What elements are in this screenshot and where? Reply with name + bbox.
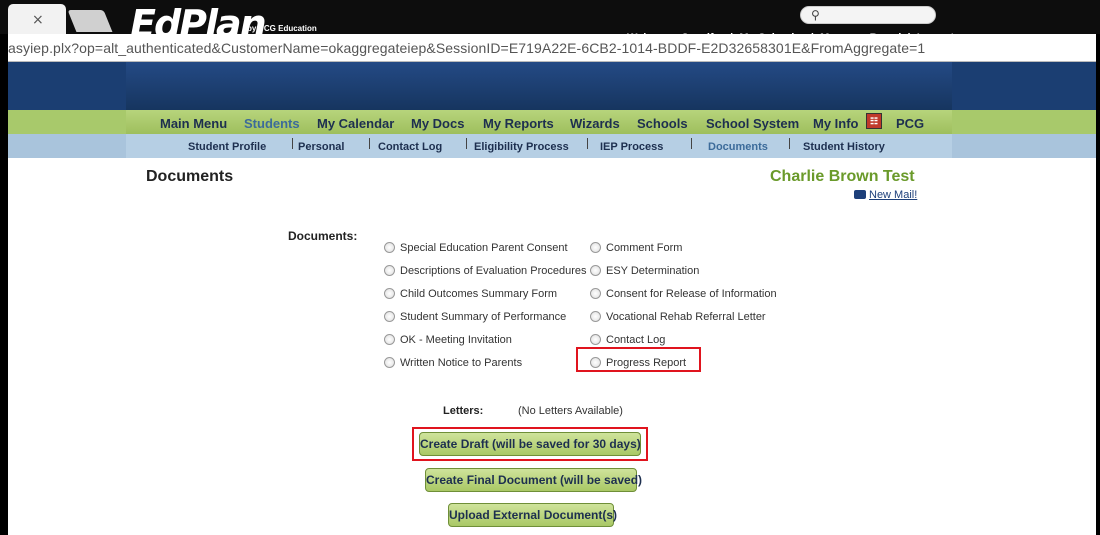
nav-my-calendar[interactable]: My Calendar — [317, 116, 394, 131]
separator: | — [907, 32, 911, 44]
nav-main-menu[interactable]: Main Menu — [160, 116, 227, 131]
doc-option[interactable]: Special Education Parent Consent — [384, 242, 568, 254]
doc-option[interactable]: OK - Meeting Invitation — [384, 334, 512, 346]
highlight-box — [576, 347, 701, 372]
nav-school-system[interactable]: School System — [706, 116, 799, 131]
subnav-personal[interactable]: Personal — [298, 141, 344, 153]
subnav-divider — [369, 138, 370, 149]
separator: | — [810, 32, 814, 44]
radio-icon[interactable] — [590, 242, 601, 253]
subnav-contact-log[interactable]: Contact Log — [378, 141, 442, 153]
doc-option[interactable]: Written Notice to Parents — [384, 357, 522, 369]
nav-my-docs[interactable]: My Docs — [411, 116, 464, 131]
welcome-text: Welcome, Jennifer — [627, 32, 724, 44]
documents-label: Documents: — [288, 229, 358, 243]
logout-link[interactable]: Logout — [917, 32, 954, 44]
doc-option[interactable]: Contact Log — [590, 334, 665, 346]
radio-icon[interactable] — [384, 311, 395, 322]
close-icon[interactable]: × — [32, 12, 44, 28]
subnav-divider — [466, 138, 467, 149]
subnav-divider — [292, 138, 293, 149]
separator: | — [730, 32, 734, 44]
message-board-link[interactable]: Message Board — [820, 32, 901, 44]
doc-option[interactable]: Child Outcomes Summary Form — [384, 288, 557, 300]
letters-value: (No Letters Available) — [518, 405, 623, 417]
search-input[interactable]: ⚲ — [800, 6, 936, 24]
subnav-iep-process[interactable]: IEP Process — [600, 141, 663, 153]
site-header — [8, 62, 1096, 110]
search-icon: ⚲ — [811, 8, 820, 22]
subnav-divider — [789, 138, 790, 149]
doc-option[interactable]: Comment Form — [590, 242, 682, 254]
logo-subtitle: by PCG Education — [247, 24, 317, 33]
radio-icon[interactable] — [384, 334, 395, 345]
subnav-student-history[interactable]: Student History — [803, 141, 885, 153]
nav-pcg[interactable]: PCG — [896, 116, 924, 131]
radio-icon[interactable] — [384, 357, 395, 368]
nav-my-reports[interactable]: My Reports — [483, 116, 554, 131]
doc-option[interactable]: Descriptions of Evaluation Procedures — [384, 265, 586, 277]
browser-tab[interactable]: × — [8, 4, 66, 34]
page-title: Documents — [146, 168, 234, 185]
upload-external-button[interactable]: Upload External Document(s) — [448, 503, 617, 527]
mail-icon — [854, 190, 866, 199]
radio-icon[interactable] — [590, 288, 601, 299]
create-final-button[interactable]: Create Final Document (will be saved) — [425, 468, 642, 492]
doc-option[interactable]: Vocational Rehab Referral Letter — [590, 311, 766, 323]
doc-option[interactable]: Consent for Release of Information — [590, 288, 777, 300]
nav-students[interactable]: Students — [244, 116, 300, 131]
subnav-student-profile[interactable]: Student Profile — [188, 141, 266, 153]
student-name: Charlie Brown Test — [770, 168, 915, 185]
radio-icon[interactable] — [590, 265, 601, 276]
nav-schools[interactable]: Schools — [637, 116, 688, 131]
subnav-documents[interactable]: Documents — [708, 141, 768, 153]
doc-option[interactable]: Student Summary of Performance — [384, 311, 566, 323]
letters-label: Letters: — [443, 405, 484, 417]
radio-icon[interactable] — [384, 265, 395, 276]
radio-icon[interactable] — [590, 334, 601, 345]
subnav-divider — [587, 138, 588, 149]
doc-option[interactable]: ESY Determination — [590, 265, 699, 277]
new-mail-label[interactable]: New Mail! — [869, 189, 917, 201]
new-mail-link[interactable]: New Mail! — [854, 189, 917, 201]
header-inner — [126, 62, 952, 110]
highlight-box — [412, 427, 648, 461]
subnav-divider — [691, 138, 692, 149]
radio-icon[interactable] — [590, 311, 601, 322]
pcg-icon[interactable]: ☷ — [866, 113, 882, 129]
edplan-logo[interactable]: EdPlan — [130, 2, 267, 46]
subnav-eligibility-process[interactable]: Eligibility Process — [474, 141, 569, 153]
radio-icon[interactable] — [384, 242, 395, 253]
nav-my-info[interactable]: My Info — [813, 116, 859, 131]
nav-wizards[interactable]: Wizards — [570, 116, 620, 131]
welcome-bar: Welcome, Jennifer | My Calendar | Messag… — [627, 32, 954, 44]
my-calendar-link[interactable]: My Calendar — [739, 32, 804, 44]
radio-icon[interactable] — [384, 288, 395, 299]
new-tab-button[interactable] — [67, 10, 113, 32]
